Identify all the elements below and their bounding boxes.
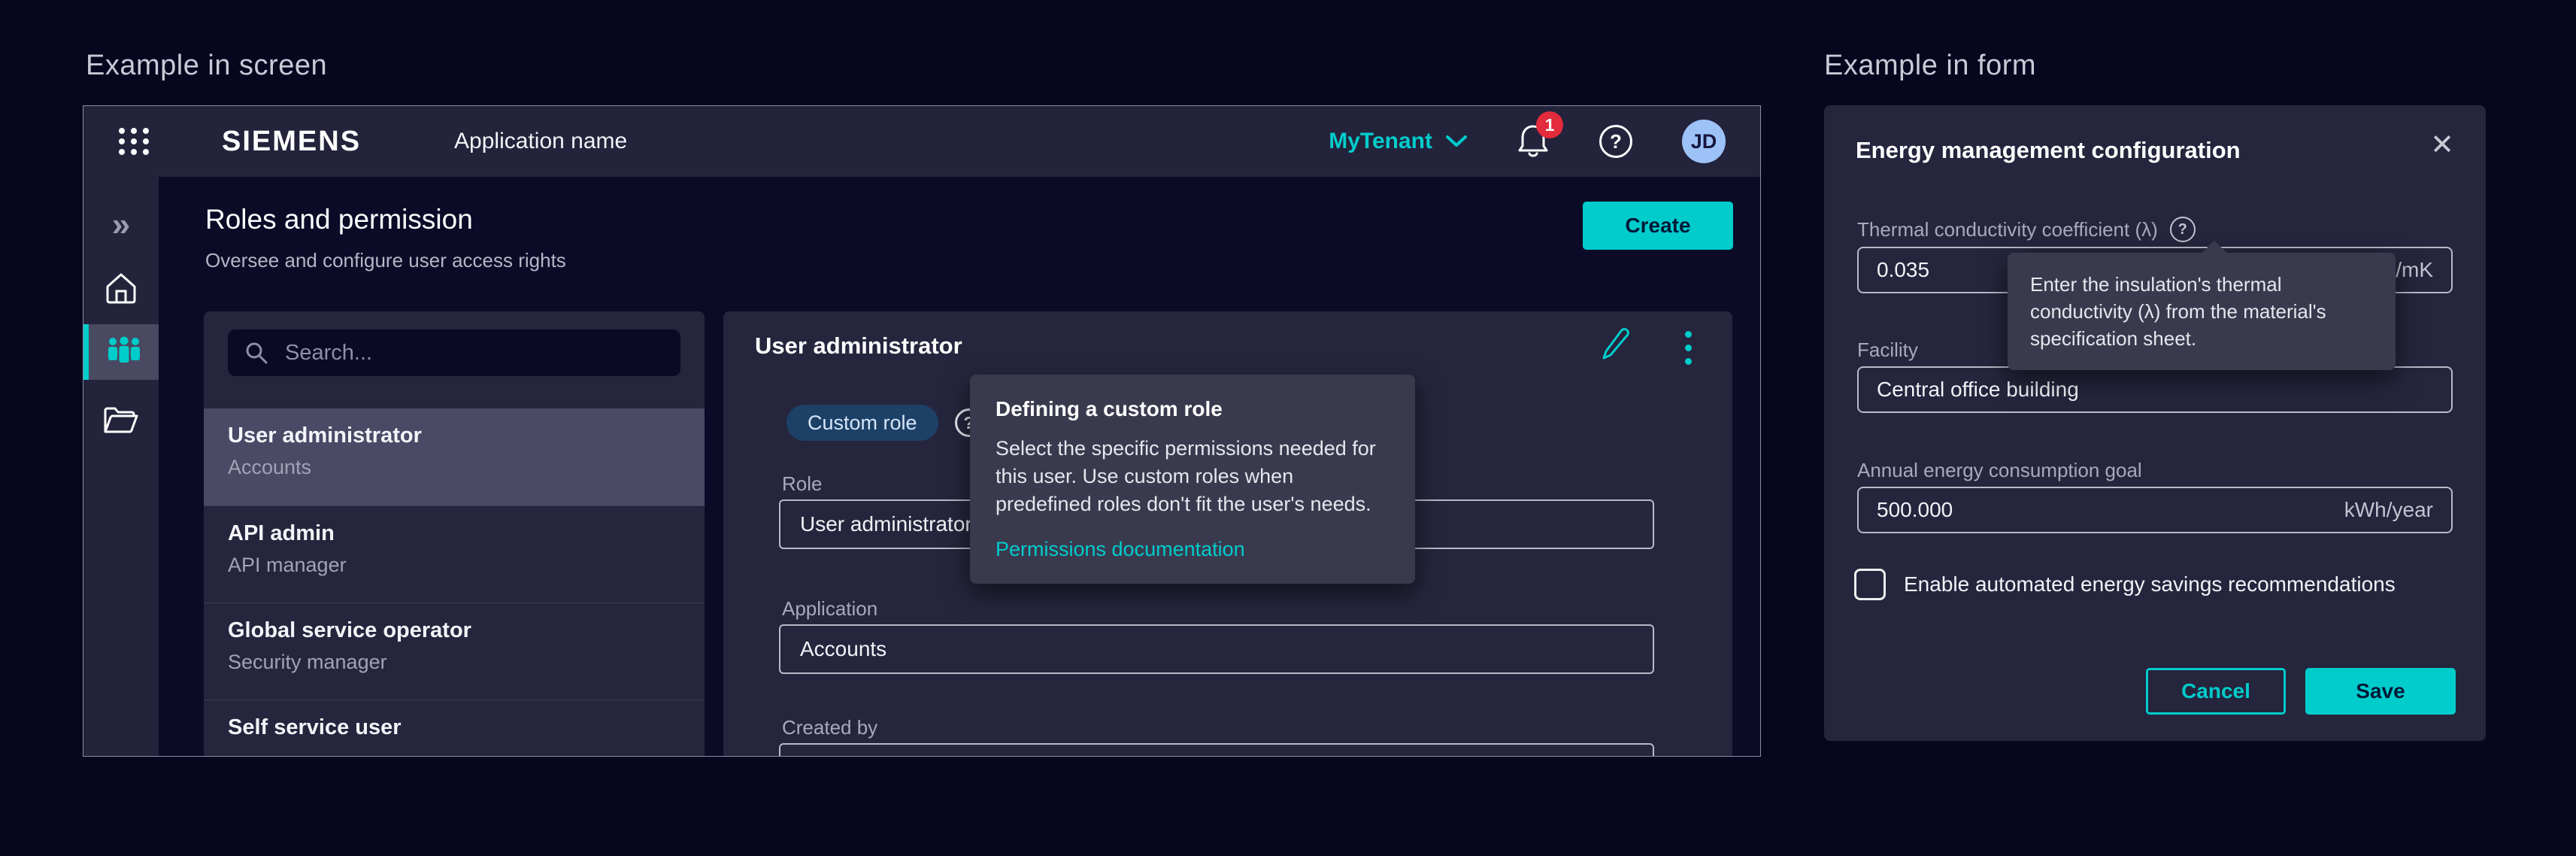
list-item-title: User administrator <box>228 423 705 448</box>
application-field-value: Accounts <box>800 637 886 661</box>
app-body: » <box>83 177 1760 756</box>
example-in-screen-heading: Example in screen <box>86 50 327 82</box>
role-detail-card: User administrator Custom role ? Rol <box>723 311 1732 757</box>
enable-recommendations-checkbox-row[interactable]: Enable automated energy savings recommen… <box>1854 569 2396 600</box>
notification-badge: 1 <box>1536 111 1563 138</box>
chevron-down-icon <box>1446 135 1467 148</box>
roles-list-card: Search... User administrator Accounts AP… <box>204 311 705 757</box>
create-button[interactable]: Create <box>1583 202 1733 250</box>
checkbox[interactable] <box>1854 569 1886 600</box>
checkbox-label: Enable automated energy savings recommen… <box>1904 572 2396 596</box>
tooltip-body: Select the specific permissions needed f… <box>996 435 1390 518</box>
role-field-label: Role <box>782 472 822 496</box>
list-item-title: Global service operator <box>228 618 705 643</box>
tenant-name: MyTenant <box>1329 129 1432 154</box>
tenant-selector[interactable]: MyTenant <box>1329 129 1467 154</box>
custom-role-tooltip: Defining a custom role Select the specif… <box>970 375 1415 584</box>
application-field-label: Application <box>782 597 877 621</box>
sidebar-item-home[interactable] <box>83 267 159 309</box>
page: Example in screen Example in form SIEMEN… <box>0 0 2576 856</box>
topbar-right: MyTenant 1 ? JD <box>1329 120 1726 163</box>
role-field-value: User administrator <box>800 512 972 536</box>
tooltip-title: Defining a custom role <box>996 397 1390 421</box>
facility-field-label-text: Facility <box>1857 338 1918 362</box>
example-in-form-heading: Example in form <box>1824 50 2036 82</box>
home-icon <box>104 272 138 305</box>
help-button[interactable]: ? <box>1599 125 1632 158</box>
sidebar-item-files[interactable] <box>83 399 159 442</box>
cancel-button[interactable]: Cancel <box>2146 668 2286 715</box>
facility-field-label: Facility <box>1857 338 1918 362</box>
list-item-title: API admin <box>228 521 705 546</box>
list-item-title: Self service user <box>228 715 705 740</box>
double-chevron-right-icon: » <box>112 206 130 244</box>
close-icon[interactable]: ✕ <box>2430 131 2454 159</box>
users-icon <box>105 336 143 368</box>
custom-role-badge: Custom role <box>786 405 938 441</box>
app-window: SIEMENS Application name MyTenant <box>83 105 1761 757</box>
avatar[interactable]: JD <box>1682 120 1726 163</box>
tooltip-body: Enter the insulation's thermal conductiv… <box>2030 271 2373 352</box>
sidebar-expand-button[interactable]: » <box>83 207 159 243</box>
folder-icon <box>103 406 139 435</box>
form-actions: Cancel Save <box>2146 668 2456 715</box>
page-title: Roles and permission <box>205 204 473 235</box>
content-area: Roles and permission Oversee and configu… <box>159 177 1760 756</box>
list-item-subtitle: Security manager <box>228 651 705 674</box>
thermal-help-icon[interactable]: ? <box>2170 217 2196 242</box>
app-topbar: SIEMENS Application name MyTenant <box>83 106 1760 177</box>
save-button[interactable]: Save <box>2305 668 2456 715</box>
thermal-tooltip: Enter the insulation's thermal conductiv… <box>2008 253 2396 370</box>
created-by-field-input[interactable] <box>779 743 1654 757</box>
annual-goal-field-unit: kWh/year <box>2344 498 2433 522</box>
permissions-documentation-link[interactable]: Permissions documentation <box>996 538 1245 561</box>
list-item-self-service-user[interactable]: Self service user <box>204 700 705 757</box>
annual-goal-field-input[interactable]: 500.000 kWh/year <box>1857 487 2453 533</box>
kebab-menu-button[interactable] <box>1682 328 1695 368</box>
notifications-button[interactable]: 1 <box>1517 123 1550 159</box>
facility-field-input[interactable]: Central office building <box>1857 366 2453 413</box>
detail-title: User administrator <box>755 332 962 360</box>
page-subtitle: Oversee and configure user access rights <box>205 249 566 272</box>
side-navigation: » <box>83 177 159 756</box>
energy-form-card: Energy management configuration ✕ Therma… <box>1824 105 2486 741</box>
sidebar-item-roles-selected[interactable] <box>83 324 159 380</box>
annual-goal-field-label-text: Annual energy consumption goal <box>1857 459 2142 482</box>
edit-button[interactable] <box>1600 326 1632 361</box>
annual-goal-field-label: Annual energy consumption goal <box>1857 459 2142 482</box>
pencil-icon <box>1600 326 1632 361</box>
application-name: Application name <box>454 129 627 154</box>
search-icon <box>244 341 268 365</box>
created-by-field-label: Created by <box>782 716 877 739</box>
roles-list: User administrator Accounts API admin AP… <box>204 408 705 757</box>
badge-row: Custom role ? <box>786 405 983 441</box>
application-field-input[interactable]: Accounts <box>779 624 1654 674</box>
facility-field-value: Central office building <box>1877 378 2079 402</box>
thermal-field-label: Thermal conductivity coefficient (λ) ? <box>1857 217 2196 242</box>
search-input[interactable]: Search... <box>228 329 680 376</box>
thermal-field-label-text: Thermal conductivity coefficient (λ) <box>1857 218 2158 241</box>
list-item-subtitle: API manager <box>228 554 705 577</box>
thermal-field-value: 0.035 <box>1877 258 1929 282</box>
form-title: Energy management configuration <box>1856 137 2241 164</box>
app-launcher-icon[interactable] <box>118 126 150 157</box>
search-placeholder: Search... <box>285 341 372 366</box>
list-item-global-service-operator[interactable]: Global service operator Security manager <box>204 603 705 700</box>
siemens-logo: SIEMENS <box>222 126 361 158</box>
list-item-subtitle: Accounts <box>228 456 705 479</box>
list-item-api-admin[interactable]: API admin API manager <box>204 505 705 603</box>
annual-goal-field-value: 500.000 <box>1877 498 1953 522</box>
list-item-user-administrator[interactable]: User administrator Accounts <box>204 408 705 505</box>
